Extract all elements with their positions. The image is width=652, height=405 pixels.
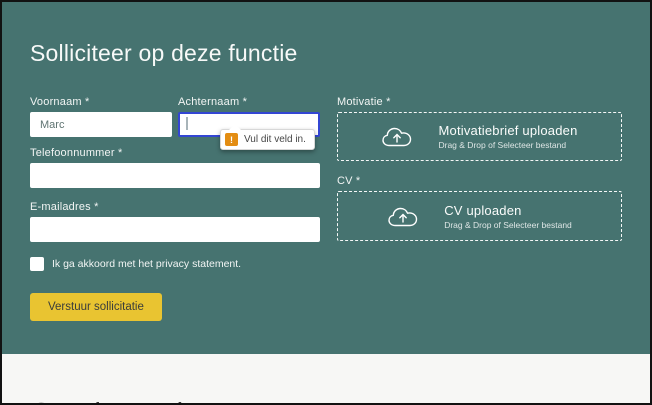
motivatie-upload-field: Motivatie * Motivatiebrief uploaden Drag… (337, 96, 622, 161)
emailadres-field: E-mailadres * (30, 201, 320, 242)
submit-button[interactable]: Verstuur sollicitatie (30, 293, 162, 321)
cloud-upload-icon (381, 125, 413, 148)
voornaam-label: Voornaam * (30, 96, 172, 108)
page-title: Solliciteer op deze functie (30, 40, 622, 67)
application-page: Solliciteer op deze functie Voornaam * A… (0, 0, 652, 405)
emailadres-label: E-mailadres * (30, 201, 320, 213)
validation-tooltip-text: Vul dit veld in. (244, 134, 306, 145)
motivatie-upload-subtitle: Drag & Drop of Selecteer bestand (438, 140, 577, 150)
voornaam-field: Voornaam * (30, 96, 172, 137)
text-cursor (186, 117, 188, 130)
emailadres-input[interactable] (30, 217, 320, 242)
motivatie-label: Motivatie * (337, 96, 622, 108)
form-right-column: Motivatie * Motivatiebrief uploaden Drag… (337, 96, 622, 321)
exclamation-icon: ! (225, 133, 238, 146)
cv-upload-subtitle: Drag & Drop of Selecteer bestand (444, 220, 572, 230)
application-form: Voornaam * Achternaam * ! Vul dit veld i… (30, 96, 622, 321)
voornaam-input[interactable] (30, 112, 172, 137)
cv-upload-text: CV uploaden Drag & Drop of Selecteer bes… (444, 203, 572, 230)
name-fields-row: Voornaam * Achternaam * ! Vul dit veld i… (30, 96, 320, 137)
privacy-checkbox[interactable] (30, 257, 44, 271)
cloud-upload-icon (387, 205, 419, 228)
form-left-column: Voornaam * Achternaam * ! Vul dit veld i… (30, 96, 320, 321)
apply-section: Solliciteer op deze functie Voornaam * A… (30, 2, 622, 321)
privacy-checkbox-row: Ik ga akkoord met het privacy statement. (30, 257, 320, 271)
motivatie-upload-dropzone[interactable]: Motivatiebrief uploaden Drag & Drop of S… (337, 112, 622, 161)
related-vacancies-heading: Gerelateerde vacatures (30, 398, 333, 405)
telefoonnummer-input[interactable] (30, 163, 320, 188)
privacy-checkbox-label: Ik ga akkoord met het privacy statement. (52, 258, 241, 270)
cv-label: CV * (337, 175, 622, 187)
achternaam-field: Achternaam * ! Vul dit veld in. (178, 96, 320, 137)
validation-tooltip: ! Vul dit veld in. (220, 129, 315, 150)
motivatie-upload-title: Motivatiebrief uploaden (438, 123, 577, 138)
cv-upload-dropzone[interactable]: CV uploaden Drag & Drop of Selecteer bes… (337, 191, 622, 241)
motivatie-upload-text: Motivatiebrief uploaden Drag & Drop of S… (438, 123, 577, 150)
achternaam-label: Achternaam * (178, 96, 320, 108)
cv-upload-title: CV uploaden (444, 203, 572, 218)
telefoonnummer-field: Telefoonnummer * (30, 147, 320, 188)
cv-upload-field: CV * CV uploaden Drag & Drop of Selectee… (337, 175, 622, 241)
related-vacancies-section: Gerelateerde vacatures (2, 354, 650, 403)
